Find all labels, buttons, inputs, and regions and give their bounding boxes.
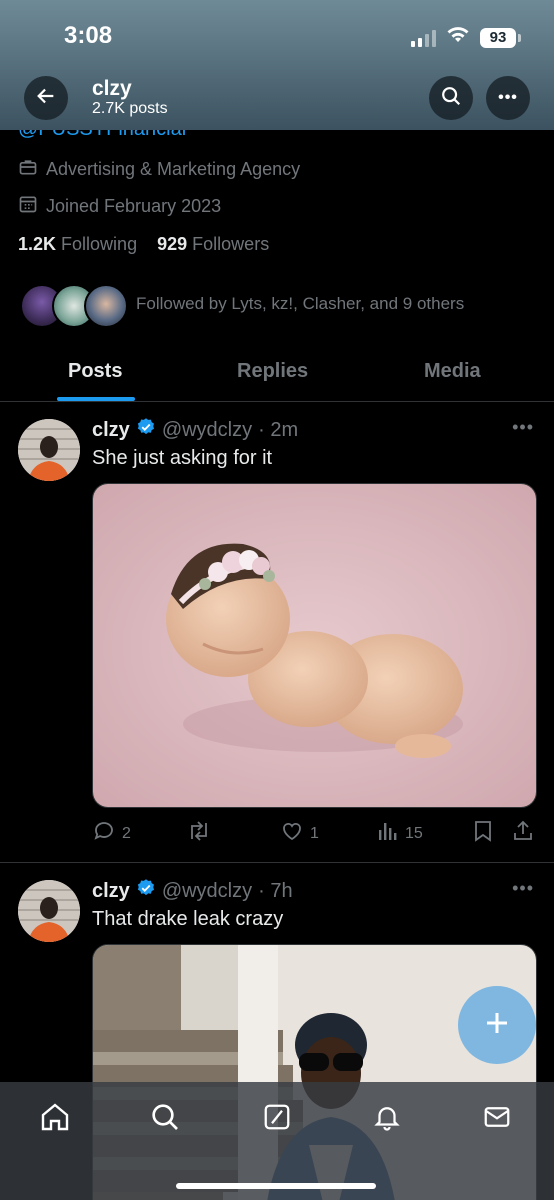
- search-icon: [440, 85, 462, 112]
- header-overlay: 3:08 93 clzy 2.7K posts •••: [0, 0, 554, 130]
- more-icon[interactable]: •••: [512, 878, 534, 899]
- repost-button[interactable]: [186, 819, 218, 848]
- reply-icon: [92, 819, 116, 848]
- more-icon[interactable]: •••: [512, 417, 534, 438]
- search-button[interactable]: [429, 76, 473, 120]
- compose-button[interactable]: [458, 986, 536, 1064]
- views-icon: [377, 819, 399, 848]
- followers-count: 929: [157, 234, 188, 254]
- like-icon: [280, 819, 304, 848]
- followed-by-avatars[interactable]: [20, 284, 130, 330]
- following-count: 1.2K: [18, 234, 57, 254]
- verified-badge-icon: [136, 878, 156, 904]
- bookmark-button[interactable]: [472, 819, 494, 848]
- post-text: She just asking for it: [92, 447, 273, 469]
- explore-icon: [149, 1101, 181, 1138]
- nav-notifications[interactable]: [370, 1102, 404, 1136]
- avatar: [84, 284, 128, 328]
- share-icon: [512, 819, 534, 848]
- reply-count: 2: [122, 824, 131, 842]
- notifications-icon: [372, 1102, 402, 1137]
- bookmark-icon: [472, 819, 494, 848]
- compose-plus-icon: [483, 1009, 511, 1042]
- followers-link[interactable]: 929 Followers: [157, 234, 269, 254]
- following-link[interactable]: 1.2K Following: [18, 234, 137, 254]
- post-time: · 7h: [258, 879, 293, 902]
- grok-icon: [262, 1102, 292, 1137]
- post-header: clzy @wydclzy · 7h: [92, 878, 293, 904]
- following-label: Following: [61, 234, 138, 254]
- repost-icon: [186, 819, 212, 848]
- post-handle: @wydclzy: [161, 879, 253, 902]
- cellular-signal-icon: [411, 29, 436, 47]
- followers-label: Followers: [192, 234, 270, 254]
- reply-button[interactable]: 2: [92, 819, 131, 848]
- back-button[interactable]: [24, 76, 68, 120]
- like-count: 1: [310, 824, 319, 842]
- briefcase-icon: [18, 157, 38, 182]
- post-image[interactable]: [92, 483, 537, 808]
- post-header: clzy @wydclzy · 2m: [92, 417, 298, 443]
- tab-replies[interactable]: Replies: [237, 360, 308, 383]
- post[interactable]: clzy @wydclzy · 2m ••• She just asking f…: [0, 403, 554, 863]
- messages-icon: [482, 1102, 512, 1137]
- post-author-name[interactable]: clzy: [92, 880, 130, 903]
- verified-badge-icon: [136, 417, 156, 443]
- status-bar: 3:08 93: [0, 0, 554, 70]
- post-handle: @wydclzy: [161, 418, 253, 441]
- back-arrow-icon: [35, 85, 57, 112]
- followed-by-text[interactable]: Followed by Lyts, kz!, Clasher, and 9 ot…: [136, 294, 464, 314]
- post-time: · 2m: [258, 418, 299, 441]
- nav-explore[interactable]: [148, 1102, 182, 1136]
- avatar[interactable]: [18, 880, 80, 942]
- tab-posts[interactable]: Posts: [68, 360, 122, 383]
- status-time: 3:08: [64, 22, 113, 49]
- profile-category: Advertising & Marketing Agency: [18, 157, 300, 182]
- nav-grok[interactable]: [260, 1102, 294, 1136]
- nav-home[interactable]: [38, 1102, 72, 1136]
- post-text: That drake leak crazy: [92, 908, 284, 930]
- header-title: clzy 2.7K posts: [92, 78, 168, 118]
- profile-joined: Joined February 2023: [18, 194, 221, 219]
- home-indicator[interactable]: [176, 1183, 376, 1189]
- status-icons: 93: [411, 26, 521, 49]
- nav-messages[interactable]: [480, 1102, 514, 1136]
- like-button[interactable]: 1: [280, 819, 319, 848]
- header-name: clzy: [92, 77, 132, 100]
- header-posts-count: 2.7K posts: [92, 100, 168, 117]
- home-icon: [39, 1101, 71, 1138]
- calendar-icon: [18, 194, 38, 219]
- post-author-name[interactable]: clzy: [92, 419, 130, 442]
- more-icon: •••: [498, 89, 518, 106]
- views-count: 15: [405, 824, 423, 842]
- post-actions: 2 1 15: [92, 819, 537, 847]
- avatar[interactable]: [18, 419, 80, 481]
- active-tab-indicator: [57, 397, 135, 401]
- share-button[interactable]: [512, 819, 534, 848]
- joined-label: Joined February 2023: [46, 196, 222, 216]
- category-label: Advertising & Marketing Agency: [46, 159, 301, 179]
- tab-media[interactable]: Media: [424, 360, 481, 383]
- profile-tabs: Posts Replies Media: [0, 350, 554, 402]
- more-options-button[interactable]: •••: [486, 76, 530, 120]
- wifi-icon: [446, 26, 470, 49]
- battery-indicator: 93: [480, 27, 521, 48]
- views-button[interactable]: 15: [377, 819, 423, 848]
- follow-stats: 1.2K Following 929 Followers: [18, 234, 269, 255]
